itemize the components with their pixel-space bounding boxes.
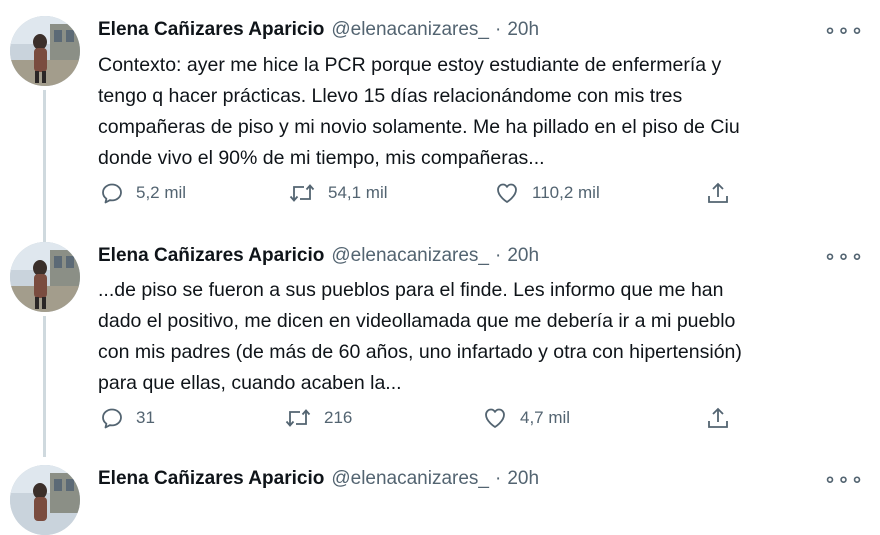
retweet-icon — [285, 409, 311, 427]
timeline: Elena Cañizares Aparicio @elenacanizares… — [0, 0, 880, 535]
more-options-icon[interactable]: ∘∘∘ — [824, 465, 864, 493]
like-button[interactable]: 4,7 mil — [482, 406, 570, 430]
share-icon — [708, 182, 728, 203]
tweet-text-line: dado el positivo, me dicen en videollama… — [98, 310, 736, 332]
thread-connector-line — [43, 316, 46, 457]
more-options-label: ∘∘∘ — [823, 468, 865, 491]
author-name[interactable]: Elena Cañizares Aparicio — [98, 19, 324, 41]
separator-dot: · — [495, 19, 502, 40]
separator-dot: · — [495, 468, 502, 489]
reply-count: 5,2 mil — [136, 183, 187, 202]
tweet-text-line: Contexto: ayer me hice la PCR porque est… — [98, 54, 722, 76]
like-button[interactable]: 110,2 mil — [494, 181, 600, 205]
share-button[interactable] — [706, 181, 730, 205]
reply-button[interactable]: 31 — [100, 406, 155, 430]
tweet-text-line: ...de piso se fueron a sus pueblos para … — [98, 279, 724, 301]
more-options-icon[interactable]: ∘∘∘ — [824, 16, 864, 44]
tweet[interactable]: Elena Cañizares Aparicio @elenacanizares… — [0, 457, 880, 535]
more-options-label: ∘∘∘ — [823, 19, 865, 42]
retweet-button[interactable]: 54,1 mil — [288, 181, 388, 205]
tweet-actions: 5,2 mil 54,1 mil 110,2 mil — [98, 181, 758, 209]
author-handle[interactable]: @elenacanizares_ — [331, 245, 489, 267]
avatar[interactable] — [10, 16, 80, 86]
avatar-photo — [10, 16, 80, 86]
retweet-button[interactable]: 216 — [284, 406, 352, 430]
author-handle[interactable]: @elenacanizares_ — [331, 19, 489, 41]
share-icon — [708, 407, 728, 428]
heart-icon — [485, 408, 505, 428]
more-options-icon[interactable]: ∘∘∘ — [824, 242, 864, 270]
retweet-count: 54,1 mil — [328, 183, 388, 202]
like-count: 4,7 mil — [520, 408, 571, 427]
avatar-photo — [10, 465, 80, 535]
tweet-timestamp[interactable]: 20h — [507, 245, 539, 267]
tweet-text-line: con mis padres (de más de 60 años, uno i… — [98, 341, 742, 363]
reply-icon — [102, 183, 122, 204]
heart-icon — [497, 183, 517, 203]
avatar-photo — [10, 242, 80, 312]
avatar[interactable] — [10, 242, 80, 312]
tweet-text-line: tengo q hacer prácticas. Llevo 15 días r… — [98, 85, 683, 107]
reply-icon — [102, 408, 122, 429]
tweet-text: ...de piso se fueron a sus pueblos para … — [98, 275, 858, 399]
tweet-actions: 31 216 4,7 mil — [98, 406, 758, 434]
share-button[interactable] — [706, 406, 730, 430]
like-count: 110,2 mil — [532, 183, 600, 202]
tweet[interactable]: Elena Cañizares Aparicio @elenacanizares… — [0, 0, 880, 232]
separator-dot: · — [495, 245, 502, 266]
tweet[interactable]: Elena Cañizares Aparicio @elenacanizares… — [0, 232, 880, 457]
tweet-header: Elena Cañizares Aparicio @elenacanizares… — [98, 465, 539, 493]
tweet-header: Elena Cañizares Aparicio @elenacanizares… — [98, 16, 539, 44]
tweet-text-line: donde vivo el 90% de mi tiempo, mis comp… — [98, 147, 545, 169]
thread-connector-line — [43, 232, 46, 242]
retweet-count: 216 — [324, 408, 353, 427]
tweet-timestamp[interactable]: 20h — [507, 19, 539, 41]
tweet-text-line: para que ellas, cuando acaben la... — [98, 372, 402, 394]
reply-count: 31 — [136, 408, 155, 427]
avatar[interactable] — [10, 465, 80, 535]
author-handle[interactable]: @elenacanizares_ — [331, 468, 489, 490]
tweet-header: Elena Cañizares Aparicio @elenacanizares… — [98, 242, 539, 270]
thread-connector-line — [43, 90, 46, 232]
author-name[interactable]: Elena Cañizares Aparicio — [98, 468, 324, 490]
more-options-label: ∘∘∘ — [823, 245, 865, 268]
retweet-icon — [289, 184, 315, 202]
tweet-text-line: compañeras de piso y mi novio solamente.… — [98, 116, 740, 138]
reply-button[interactable]: 5,2 mil — [100, 181, 186, 205]
author-name[interactable]: Elena Cañizares Aparicio — [98, 245, 324, 267]
tweet-text: Contexto: ayer me hice la PCR porque est… — [98, 50, 858, 174]
tweet-timestamp[interactable]: 20h — [507, 468, 539, 490]
